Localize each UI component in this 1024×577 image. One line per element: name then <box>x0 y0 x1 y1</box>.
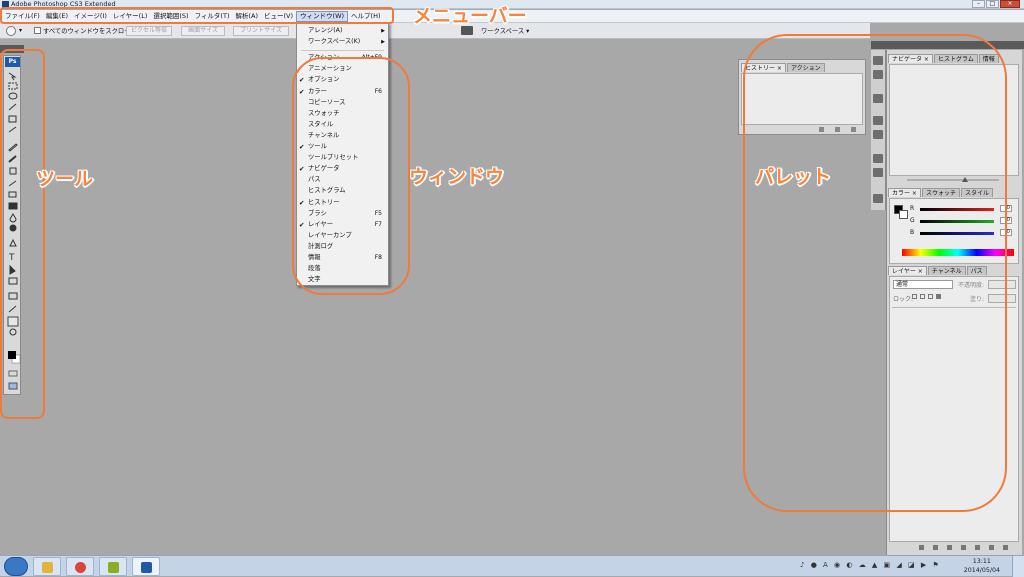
annotation-tools: ツール <box>36 168 94 190</box>
new-layer-icon <box>989 545 994 550</box>
adjustment-layer-icon <box>961 545 966 550</box>
clock-date: 2014/05/04 <box>963 567 1000 574</box>
taskbar: ♪ ● A ◉ ◐ ☁ ▲ ▣ ◢ ◪ ▶ ⚑ 13:11 2014/05/04 <box>0 555 1024 577</box>
chevron-down-icon[interactable]: ▾ <box>19 27 22 34</box>
window-menu-item[interactable]: アレンジ(A) ▶ <box>297 26 388 36</box>
new-group-icon <box>975 545 980 550</box>
explorer-taskbar-button[interactable] <box>33 557 61 576</box>
maximize-icon[interactable]: □ <box>986 0 999 8</box>
link-layers-icon <box>919 545 924 550</box>
menu-separator <box>301 50 384 52</box>
mask-icon <box>947 545 952 550</box>
submenu-arrow-icon: ▶ <box>381 39 385 46</box>
photoshop-icon <box>141 562 152 573</box>
window-menu-item-label: アレンジ(A) <box>308 27 343 34</box>
photoshop-taskbar-button[interactable] <box>132 557 160 576</box>
trash-icon <box>1003 545 1008 550</box>
window-menu-highlight <box>292 57 410 295</box>
window-controls: – □ × <box>972 0 1020 9</box>
print-size-button[interactable]: プリントサイズ <box>233 26 289 36</box>
submenu-arrow-icon: ▶ <box>381 28 385 34</box>
scroll-all-windows-checkbox[interactable] <box>34 27 41 34</box>
layers-footer <box>919 545 1008 550</box>
hand-tool-preset-icon[interactable] <box>6 26 16 36</box>
annotation-palette: パレット <box>755 166 832 188</box>
windows-start-icon[interactable] <box>4 557 28 576</box>
actual-pixels-button[interactable]: ピクセル等倍 <box>126 26 172 36</box>
clock-time: 13:11 <box>972 558 991 565</box>
annotation-menubar: メニューバー <box>413 5 527 27</box>
minimize-icon[interactable]: – <box>972 0 985 8</box>
fx-icon <box>933 545 938 550</box>
scroll-all-windows-label: すべてのウィンドウをスクロール <box>43 28 137 35</box>
window-menu-item[interactable]: ワークスペース(K) ▶ <box>297 37 388 47</box>
window-menu-item-label: ワークスペース(K) <box>308 38 361 46</box>
menubar-highlight <box>0 7 394 24</box>
system-tray[interactable]: ♪ ● A ◉ ◐ ☁ ▲ ▣ ◢ ◪ ▶ ⚑ <box>800 561 941 569</box>
palette-highlight <box>743 34 1007 512</box>
fireworks-taskbar-button[interactable] <box>99 557 127 576</box>
fit-screen-button[interactable]: 画面サイズ <box>181 26 225 36</box>
clock[interactable]: 13:11 2014/05/04 <box>964 557 1000 575</box>
chrome-icon <box>75 562 86 573</box>
chrome-taskbar-button[interactable] <box>66 557 94 576</box>
tools-highlight <box>0 49 45 419</box>
close-icon[interactable]: × <box>1000 0 1020 8</box>
fireworks-icon <box>108 562 119 573</box>
folder-icon <box>42 562 53 573</box>
show-desktop-button[interactable] <box>1012 556 1024 577</box>
annotation-window: ウィンドウ <box>409 166 505 188</box>
